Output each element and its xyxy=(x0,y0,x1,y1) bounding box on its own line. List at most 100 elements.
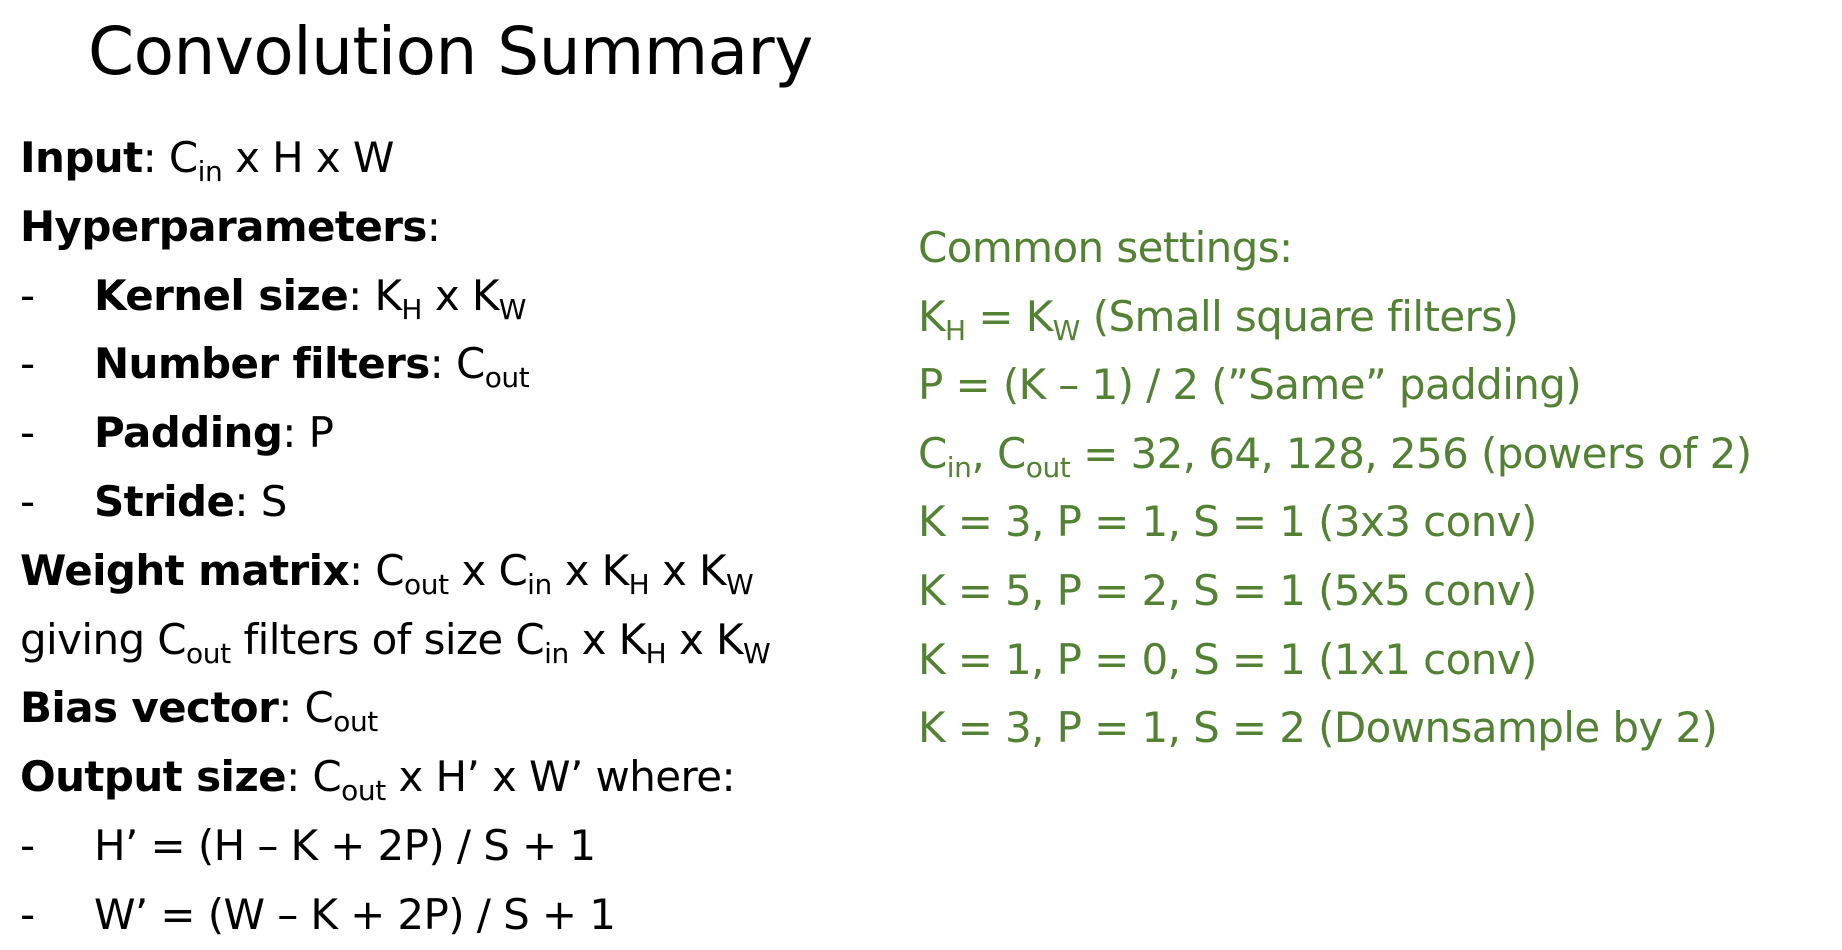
input-dims: x H x W xyxy=(222,133,394,182)
kernel-kh-sub: H xyxy=(401,292,423,326)
bullet-dash: - xyxy=(20,889,35,939)
weight-cout-sub: out xyxy=(404,567,449,601)
kernel-kh: K xyxy=(374,270,402,320)
channels-cout: C xyxy=(996,428,1026,478)
channels-cin-sub: in xyxy=(946,450,972,484)
weight-times: x xyxy=(649,545,700,595)
output-c: C xyxy=(312,752,342,802)
number-filters-line: - Number filters: Cout xyxy=(20,330,880,399)
conv5x5-line: K = 5, P = 2, S = 1 (5x5 conv) xyxy=(918,565,1537,615)
output-dims: x H’ x W’ where: xyxy=(385,752,736,802)
giving-mid: filters of size xyxy=(230,614,516,664)
input-label: Input xyxy=(20,133,143,182)
h-formula-line: - H’ = (H – K + 2P) / S + 1 xyxy=(20,812,880,881)
bullet-dash: - xyxy=(20,339,35,389)
downsample-line: K = 3, P = 1, S = 2 (Downsample by 2) xyxy=(918,703,1718,753)
output-size-line: Output size: Cout x H’ x W’ where: xyxy=(20,743,880,812)
stride-line: - Stride: S xyxy=(20,468,880,537)
giving-times: x xyxy=(666,614,716,664)
common-settings-heading: Common settings: xyxy=(918,223,1293,272)
filters-sep: : xyxy=(429,339,456,389)
square-note: (Small square filters) xyxy=(1079,291,1519,341)
padding-value: P xyxy=(308,408,334,458)
square-filters-line: KH = KW (Small square filters) xyxy=(918,283,1828,352)
giving-filters-line: giving Cout filters of size Cin x KH x K… xyxy=(20,606,880,675)
bullet-dash: - xyxy=(20,270,35,320)
filters-c-sub: out xyxy=(484,361,530,395)
stride-sep: : xyxy=(234,476,261,526)
giving-kh-sub: H xyxy=(645,636,667,670)
channels-cin: C xyxy=(918,428,947,478)
square-kh: K xyxy=(918,291,946,341)
weight-kh: K xyxy=(601,545,630,595)
weight-cin-sub: in xyxy=(527,567,552,601)
hyperparameters-line: Hyperparameters: xyxy=(20,193,880,262)
padding-line: - Padding: P xyxy=(20,399,880,468)
giving-cin-sub: in xyxy=(544,636,569,670)
kernel-sep: : xyxy=(348,270,375,320)
conv3x3-line: K = 3, P = 1, S = 1 (3x3 conv) xyxy=(918,497,1537,547)
input-line: Input: Cin x H x W xyxy=(20,124,880,193)
common-settings: Common settings: KH = KW (Small square f… xyxy=(918,214,1828,763)
weight-matrix-label: Weight matrix xyxy=(20,545,350,595)
channels-values: = 32, 64, 128, 256 (powers of 2) xyxy=(1070,428,1752,478)
channels-comma: , xyxy=(971,428,997,478)
square-equals: = xyxy=(965,291,1026,341)
weight-cin: C xyxy=(498,545,528,595)
channels-cout-sub: out xyxy=(1025,450,1071,484)
weight-matrix-line: Weight matrix: Cout x Cin x KH x KW xyxy=(20,537,880,606)
number-filters-label: Number filters xyxy=(94,339,430,389)
same-padding-line: P = (K – 1) / 2 (”Same” padding) xyxy=(918,360,1582,410)
bias-c-sub: out xyxy=(333,705,378,739)
h-formula: H’ = (H – K + 2P) / S + 1 xyxy=(94,820,596,870)
slide-title: Convolution Summary xyxy=(88,13,813,90)
giving-cout-sub: out xyxy=(186,636,231,670)
filters-c: C xyxy=(455,339,485,389)
bullet-dash: - xyxy=(20,820,35,870)
stride-label: Stride xyxy=(94,476,235,526)
kernel-size-label: Kernel size xyxy=(94,270,349,320)
square-kh-sub: H xyxy=(944,313,966,347)
bias-c: C xyxy=(304,683,334,733)
weight-kh-sub: H xyxy=(628,567,650,601)
weight-sep: : xyxy=(348,545,376,595)
giving-cin: C xyxy=(515,614,545,664)
w-formula: W’ = (W – K + 2P) / S + 1 xyxy=(94,889,616,939)
input-sep: : xyxy=(142,133,169,182)
square-kw: K xyxy=(1025,291,1054,341)
giving-kw: K xyxy=(716,614,744,664)
weight-kw-sub: W xyxy=(726,567,754,601)
kernel-times: x xyxy=(422,270,472,320)
weight-times: x xyxy=(551,545,602,595)
bias-vector-line: Bias vector: Cout xyxy=(20,674,880,743)
giving-cout: C xyxy=(157,614,187,664)
square-kw-sub: W xyxy=(1052,313,1081,347)
channels-line: Cin, Cout = 32, 64, 128, 256 (powers of … xyxy=(918,420,1828,489)
bullet-dash: - xyxy=(20,408,35,458)
kernel-size-line: - Kernel size: KH x KW xyxy=(20,262,880,331)
w-formula-line: - W’ = (W – K + 2P) / S + 1 xyxy=(20,881,880,950)
bullet-dash: - xyxy=(20,476,35,526)
kernel-kw-sub: W xyxy=(498,292,527,326)
convolution-definition: Input: Cin x H x W Hyperparameters: - Ker… xyxy=(20,124,880,950)
hyperparameters-sep: : xyxy=(426,201,441,251)
input-c-sub: in xyxy=(197,155,223,188)
stride-value: S xyxy=(260,476,288,526)
giving-prefix: giving xyxy=(20,614,158,664)
output-size-label: Output size xyxy=(20,752,287,802)
weight-times: x xyxy=(448,545,499,595)
weight-cout: C xyxy=(375,545,405,595)
kernel-kw: K xyxy=(471,270,500,320)
giving-times: x xyxy=(568,614,619,664)
padding-sep: : xyxy=(282,408,309,458)
hyperparameters-label: Hyperparameters xyxy=(20,201,427,251)
conv1x1-line: K = 1, P = 0, S = 1 (1x1 conv) xyxy=(918,634,1537,684)
bias-vector-label: Bias vector xyxy=(20,683,279,733)
output-c-sub: out xyxy=(341,774,386,808)
weight-kw: K xyxy=(699,545,727,595)
bias-sep: : xyxy=(278,683,305,733)
giving-kw-sub: W xyxy=(742,636,771,670)
output-sep: : xyxy=(286,752,313,802)
input-c: C xyxy=(168,133,198,182)
giving-kh: K xyxy=(618,614,647,664)
